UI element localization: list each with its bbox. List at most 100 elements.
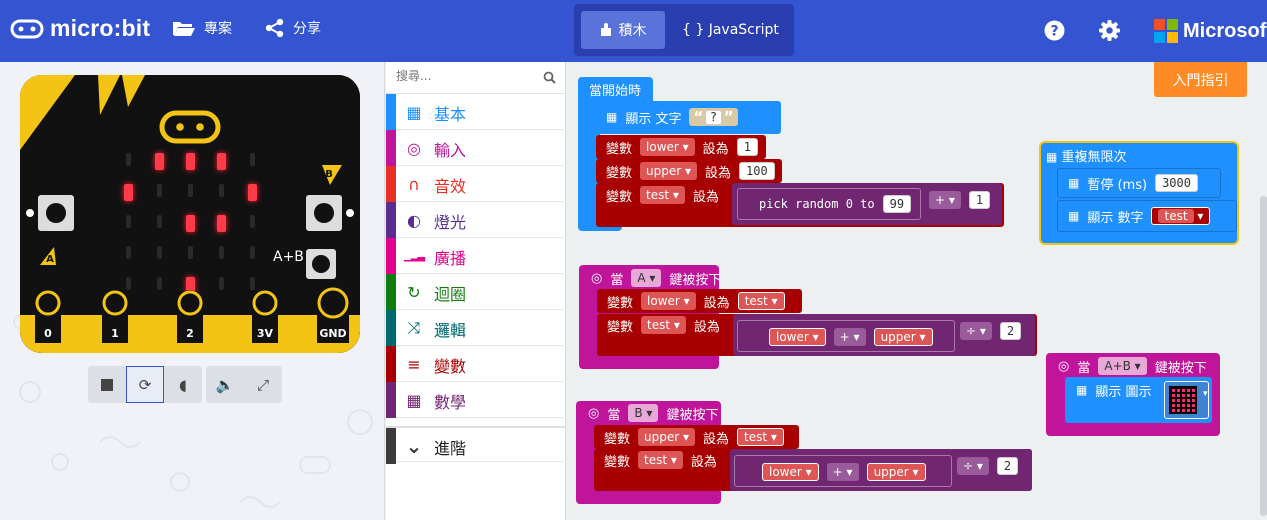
icon-picker-dropdown[interactable]: ▾ [1164, 381, 1209, 419]
workspace-scrollbar[interactable] [1260, 196, 1267, 516]
toolbox-category-9[interactable]: ▦ 數學 [386, 382, 566, 418]
a-op2-dropdown[interactable]: ÷ ▾ [960, 322, 992, 340]
led-pixel [157, 215, 162, 228]
a-divisor-field[interactable]: 2 [999, 322, 1022, 340]
grid-icon: ▦ [1068, 176, 1080, 190]
slowmo-button[interactable]: ◖ [164, 366, 202, 403]
b-var1-dropdown[interactable]: upper ▾ [638, 428, 696, 446]
set-to-label: 設為 [703, 295, 730, 311]
target-icon: ◎ [1058, 358, 1070, 374]
svg-text:?: ? [1050, 24, 1058, 40]
set-label: 變數 [604, 454, 631, 470]
toolbox-category-2[interactable]: ◎ 輸入 [386, 130, 566, 166]
set-label: 變數 [607, 295, 634, 311]
a-left-dropdown[interactable]: lower ▾ [769, 328, 826, 346]
upper-value-field[interactable]: 100 [739, 162, 775, 180]
category-color-bar [386, 310, 396, 346]
blocks-workspace[interactable]: 入門指引 當開始時 ▦ 顯示 文字 “ ? ” 變數 lower ▾ 設為 1 … [567, 62, 1267, 520]
blocks-tab-label: 積木 [618, 23, 647, 39]
a-var2-name: test [647, 318, 671, 332]
led-pixel [217, 215, 226, 232]
share-button[interactable]: 分享 [265, 18, 321, 38]
projects-button[interactable]: 專案 [172, 18, 232, 38]
toolbox-category-5[interactable]: ▁▂▃ 廣播 [386, 238, 566, 274]
a-op1-dropdown[interactable]: + ▾ [833, 328, 866, 346]
headphones-icon: ∩ [408, 174, 420, 194]
javascript-tab-label: { } JavaScript [682, 22, 779, 38]
button-b-dropdown[interactable]: B ▾ [628, 404, 659, 422]
microbit-logo[interactable]: micro:bit [10, 15, 150, 42]
help-button[interactable]: ? [1044, 20, 1065, 45]
plus-value-field[interactable]: 1 [968, 191, 991, 209]
lower-var-dropdown[interactable]: lower ▾ [640, 138, 695, 156]
b-var2-dropdown[interactable]: test ▾ [638, 451, 683, 469]
fullscreen-button[interactable]: ⤢ [244, 366, 282, 403]
b-op1-dropdown[interactable]: + ▾ [826, 463, 859, 481]
restart-button[interactable]: ⟳ [126, 366, 164, 403]
string-value-field[interactable]: ? [705, 109, 722, 125]
gear-icon [1099, 20, 1120, 41]
add-b-row: lower ▾ + ▾ upper ▾ [756, 460, 932, 484]
toolbox-category-10[interactable]: ⌄ 進階 [386, 426, 566, 464]
led-pixel [219, 246, 224, 259]
divide-b-row: ÷ ▾ 2 [951, 454, 1024, 478]
toolbox-category-7[interactable]: ⤨ 邏輯 [386, 310, 566, 346]
led-pixel [157, 246, 162, 259]
button-a-dropdown[interactable]: A ▾ [631, 269, 662, 287]
toolbox-category-8[interactable]: ≡ 變數 [386, 346, 566, 382]
settings-button[interactable] [1099, 20, 1120, 45]
plus-row: + ▾ 1 [923, 188, 996, 212]
getting-started-button[interactable]: 入門指引 [1154, 62, 1247, 97]
category-label: 輸入 [434, 141, 467, 160]
search-icon[interactable] [543, 71, 556, 84]
led-pixel [188, 246, 193, 259]
show-number-var[interactable]: test ▾ [1151, 207, 1211, 225]
test-var-dropdown[interactable]: test ▾ [640, 186, 685, 204]
mute-button[interactable]: 🔈 [206, 366, 244, 403]
category-color-bar [386, 130, 396, 166]
b-val1-dropdown[interactable]: test ▾ [737, 428, 784, 446]
pressed-label: 鍵被按下 [666, 407, 719, 423]
toolbox-category-6[interactable]: ↻ 迴圈 [386, 274, 566, 310]
category-color-bar [386, 274, 396, 310]
plus-op-dropdown[interactable]: + ▾ [929, 191, 961, 209]
b-right-dropdown[interactable]: upper ▾ [866, 463, 926, 481]
microsoft-logo[interactable]: Microsoft [1154, 19, 1267, 43]
a-var1-dropdown[interactable]: lower ▾ [641, 292, 696, 310]
toolbox-category-3[interactable]: ∩ 音效 [386, 166, 566, 202]
pause-value-field[interactable]: 3000 [1155, 174, 1198, 192]
a-right-name: upper [880, 330, 916, 344]
lower-value-field[interactable]: 1 [736, 138, 758, 156]
upper-var-dropdown[interactable]: upper ▾ [640, 162, 698, 180]
a-val1-dropdown[interactable]: test ▾ [737, 292, 785, 310]
on-button-b-header: ◎ 當 B ▾ 鍵被按下 [582, 401, 724, 425]
b-left-dropdown[interactable]: lower ▾ [762, 463, 819, 481]
b-divisor-field[interactable]: 2 [996, 457, 1019, 475]
b-op2-dropdown[interactable]: ÷ ▾ [957, 457, 989, 475]
blocks-tab[interactable]: 積木 [581, 11, 665, 49]
led-pixel [155, 153, 164, 170]
a-op1: + [839, 330, 850, 344]
random-max-field[interactable]: 99 [882, 195, 912, 213]
category-color-bar [386, 238, 396, 274]
a-var2-dropdown[interactable]: test ▾ [641, 316, 686, 334]
signal-icon: ▁▂▃ [403, 250, 425, 262]
toolbox-category-4[interactable]: ◐ 燈光 [386, 202, 566, 238]
pick-random-label: pick random 0 to [759, 197, 875, 211]
javascript-tab[interactable]: { } JavaScript [682, 11, 779, 49]
a-val1-name: test [744, 294, 768, 308]
a-right-dropdown[interactable]: upper ▾ [873, 328, 933, 346]
button-ab-dropdown[interactable]: A+B ▾ [1098, 357, 1147, 375]
simulator-controls: ⟳ ◖ 🔈 ⤢ [88, 366, 282, 403]
toggle-icon: ◐ [407, 210, 421, 230]
microbit-board[interactable]: A B A+B 0 1 2 3V GND [20, 75, 360, 353]
search-input[interactable] [396, 69, 536, 83]
led-icon-preview: ▾ [1169, 386, 1208, 414]
shuffle-icon: ⤨ [407, 318, 421, 337]
toolbox-category-1[interactable]: ▦ 基本 [386, 94, 566, 130]
set-label: 變數 [606, 189, 633, 205]
show-number-row: ▦ 顯示 數字 test ▾ [1062, 204, 1216, 228]
forever-title: 重複無限次 [1061, 150, 1127, 165]
category-label: 廣播 [434, 249, 467, 268]
stop-button[interactable] [88, 366, 126, 403]
